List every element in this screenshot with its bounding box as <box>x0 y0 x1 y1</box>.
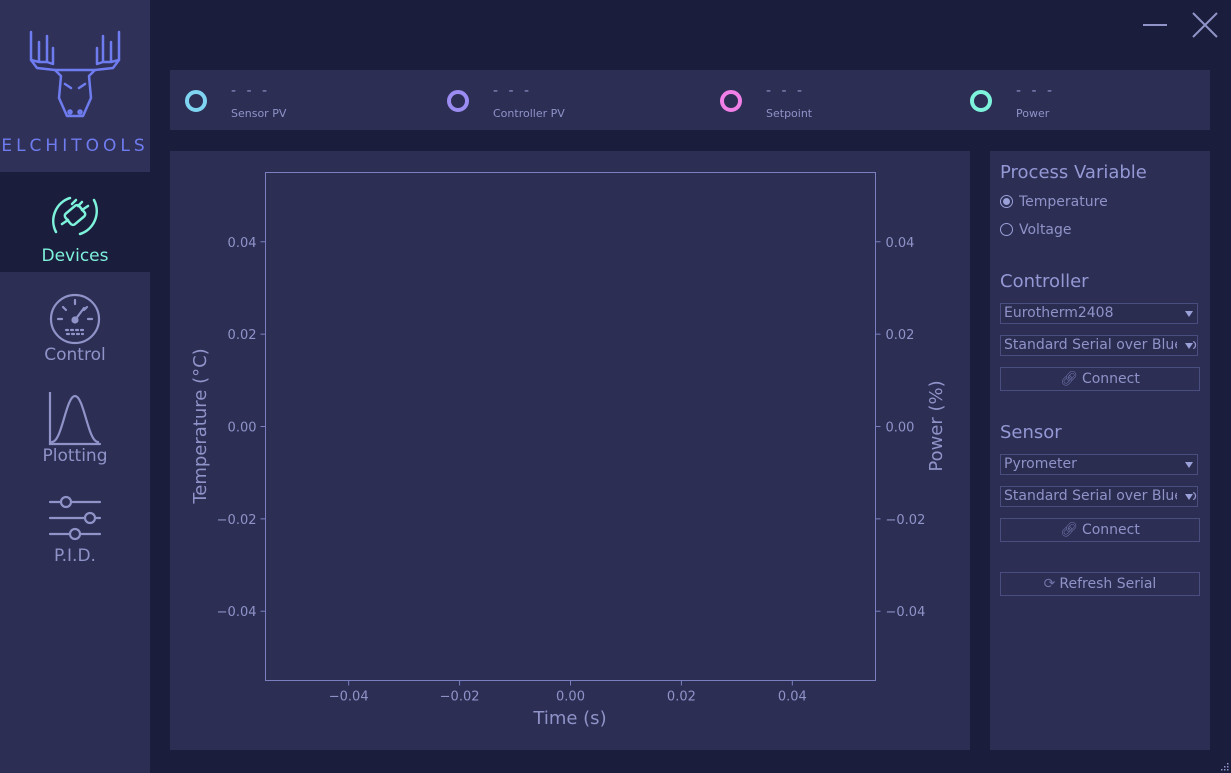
plug-icon <box>52 196 98 236</box>
controller-device-select[interactable]: Eurotherm2408 <box>1000 303 1198 324</box>
plot-area <box>265 172 876 681</box>
setpoint-indicator <box>720 90 742 112</box>
y-tick-label-left: 0.02 <box>228 328 257 343</box>
radio-temperature-label: Temperature <box>1019 194 1108 210</box>
sensor-connection-value: Standard Serial over Blueto <box>1004 488 1197 504</box>
sliders-icon <box>48 495 102 541</box>
sensor-title: Sensor <box>1000 422 1062 443</box>
y-tick-label-right: 0.02 <box>886 328 915 343</box>
temperature-power-chart[interactable]: −0.04 −0.02 0.00 0.02 0.04 0.04 0.02 0.00 −0.02… <box>170 151 970 750</box>
refresh-serial-button[interactable]: ⟳ Refresh Serial <box>1000 572 1200 596</box>
radio-voltage-label: Voltage <box>1019 222 1072 238</box>
x-tick-label: 0.02 <box>667 690 696 705</box>
readout-bar: - - - Sensor PV - - - Controller PV - - … <box>170 70 1210 130</box>
y-axis-label-right: Power (%) <box>926 380 947 471</box>
dropdown-arrow-icon <box>1185 311 1193 317</box>
y-tick-label-left: −0.04 <box>217 605 257 620</box>
nav-plotting[interactable]: Plotting <box>0 372 150 472</box>
readout-label: Power <box>1016 107 1050 120</box>
radio-voltage[interactable]: Voltage <box>1000 222 1072 238</box>
sensor-pv-indicator <box>185 90 207 112</box>
sensor-connect-button[interactable]: 🔗︎ Connect <box>1000 518 1200 542</box>
y-tick-label-left: −0.02 <box>217 513 257 528</box>
controller-connect-button[interactable]: 🔗︎ Connect <box>1000 367 1200 391</box>
gauge-icon <box>49 293 101 345</box>
dropdown-arrow-icon <box>1185 343 1193 349</box>
y-tick-label-left: 0.04 <box>228 236 257 251</box>
close-icon <box>1192 12 1218 38</box>
readout-label: Sensor PV <box>231 107 287 120</box>
minimize-icon <box>1143 24 1167 26</box>
device-settings-panel: Process Variable Temperature Voltage Con… <box>990 151 1210 750</box>
controller-device-value: Eurotherm2408 <box>1004 305 1114 321</box>
controller-connection-value: Standard Serial over Blueto <box>1004 337 1197 353</box>
y-tick-label-right: 0.00 <box>886 421 915 436</box>
y-tick-label-right: −0.04 <box>886 605 926 620</box>
controller-pv-indicator <box>447 90 469 112</box>
y-tick-label-right: 0.04 <box>886 236 915 251</box>
nav-devices[interactable]: Devices <box>0 172 150 272</box>
controller-title: Controller <box>1000 271 1089 292</box>
sensor-connect-label: Connect <box>1081 522 1140 538</box>
link-icon: 🔗︎ <box>1060 522 1078 538</box>
readout-label: Controller PV <box>493 107 565 120</box>
bell-curve-icon <box>48 392 102 446</box>
controller-connect-label: Connect <box>1081 371 1140 387</box>
moose-logo-icon <box>29 30 121 118</box>
nav-control-label: Control <box>44 345 106 365</box>
app-logo: ELCHITOOLS <box>0 0 150 172</box>
dropdown-arrow-icon <box>1185 462 1193 468</box>
sidebar: ELCHITOOLS Devices Control Plotting P.I.… <box>0 0 150 773</box>
sensor-connection-select[interactable]: Standard Serial over Blueto <box>1000 486 1198 507</box>
y-tick-label-left: 0.00 <box>228 421 257 436</box>
process-variable-title: Process Variable <box>1000 162 1147 183</box>
plot-panel: −0.04 −0.02 0.00 0.02 0.04 0.04 0.02 0.00 −0.02… <box>170 151 970 750</box>
refresh-icon: ⟳ <box>1043 576 1056 592</box>
nav-pid-label: P.I.D. <box>54 546 96 566</box>
nav-devices-label: Devices <box>41 246 109 266</box>
readout-value: - - - <box>766 83 806 99</box>
radio-selected-icon <box>1000 195 1013 208</box>
y-axis-label-left: Temperature (°C) <box>190 348 211 504</box>
readout-value: - - - <box>231 83 271 99</box>
readout-value: - - - <box>1016 83 1056 99</box>
radio-temperature[interactable]: Temperature <box>1000 194 1108 210</box>
x-tick-label: 0.00 <box>556 690 585 705</box>
minimize-button[interactable] <box>1140 10 1170 40</box>
readout-label: Setpoint <box>766 107 813 120</box>
app-name: ELCHITOOLS <box>1 136 149 156</box>
refresh-serial-label: Refresh Serial <box>1059 576 1157 592</box>
nav-control[interactable]: Control <box>0 272 150 372</box>
sensor-device-value: Pyrometer <box>1004 456 1077 472</box>
resize-grip-icon[interactable] <box>1221 763 1229 771</box>
x-tick-label: 0.04 <box>778 690 807 705</box>
x-tick-label: −0.02 <box>440 690 480 705</box>
y-tick-label-right: −0.02 <box>886 513 926 528</box>
link-icon: 🔗︎ <box>1060 371 1078 387</box>
controller-connection-select[interactable]: Standard Serial over Blueto <box>1000 335 1198 356</box>
close-button[interactable] <box>1190 10 1220 40</box>
readout-value: - - - <box>493 83 533 99</box>
nav-plotting-label: Plotting <box>42 446 108 466</box>
radio-unselected-icon <box>1000 223 1013 236</box>
x-tick-label: −0.04 <box>329 690 369 705</box>
power-indicator <box>970 90 992 112</box>
dropdown-arrow-icon <box>1185 494 1193 500</box>
nav-pid[interactable]: P.I.D. <box>0 472 150 572</box>
x-axis-label: Time (s) <box>532 708 606 729</box>
sensor-device-select[interactable]: Pyrometer <box>1000 454 1198 475</box>
